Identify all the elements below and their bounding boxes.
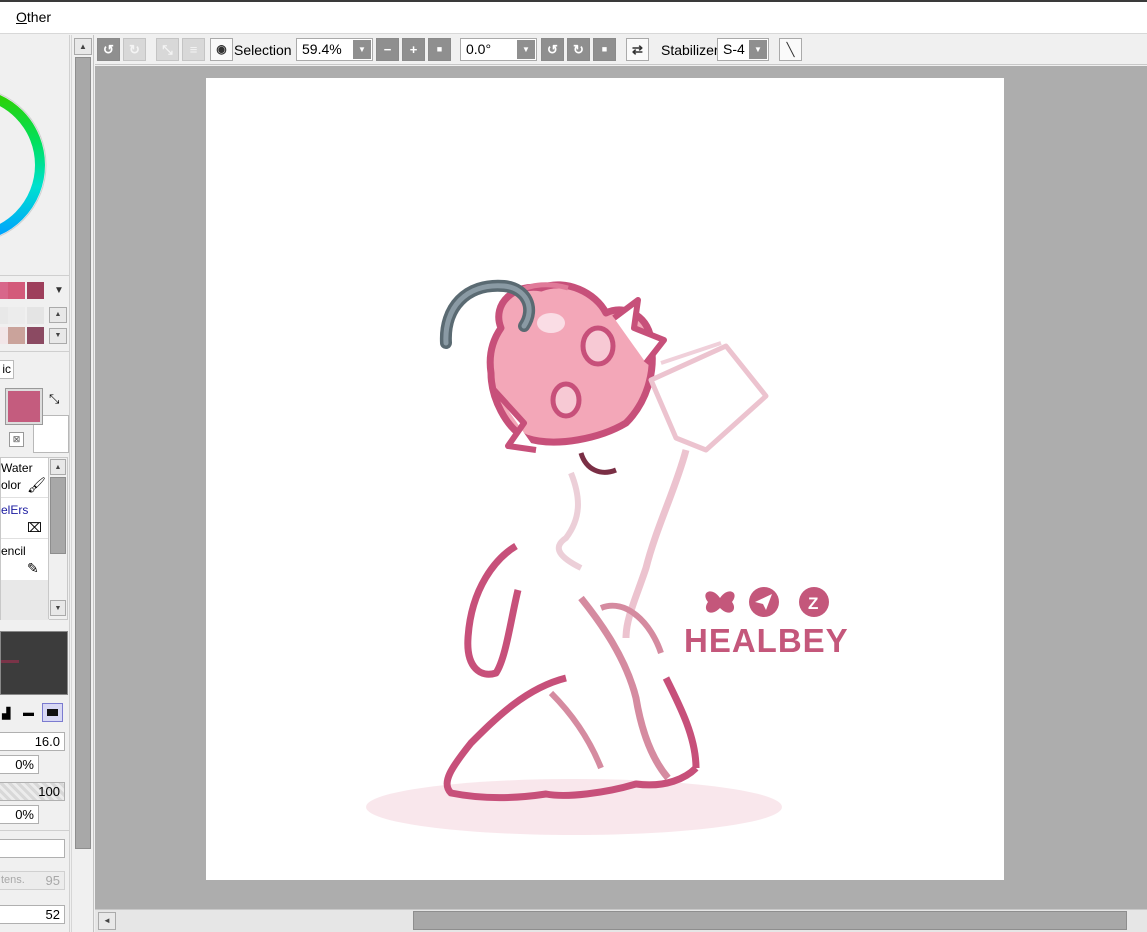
pencil-icon: ✎ <box>27 560 39 576</box>
artwork-drawing: Z HEALBEY <box>366 279 849 835</box>
brush-shape-icon[interactable]: ▬ <box>23 707 34 719</box>
intensity-label: tens. <box>1 874 25 886</box>
scroll-up-icon[interactable]: ▲ <box>50 459 66 475</box>
zoom-in-icon[interactable]: + <box>402 38 425 61</box>
tool-empty-slot <box>1 580 49 620</box>
flip-horizontal-icon[interactable]: ⇄ <box>626 38 649 61</box>
divider <box>0 351 69 352</box>
swatch-dropdown-icon[interactable]: ▼ <box>54 285 64 296</box>
tool-pixel-eraser-label[interactable]: elErs <box>1 503 28 517</box>
color-wheel[interactable] <box>0 35 70 275</box>
stabilizer-label: Stabilizer <box>661 42 719 58</box>
scrollbar-thumb[interactable] <box>75 57 91 849</box>
invert-selection-icon[interactable]: ≡ <box>182 38 205 61</box>
redo-icon[interactable]: ↻ <box>123 38 146 61</box>
swatch-scroll-down-icon[interactable]: ▼ <box>49 328 67 344</box>
tool-watercolor-label-2[interactable]: olor <box>1 478 21 492</box>
swatch[interactable] <box>0 327 8 344</box>
intensity-field[interactable]: tens. 95 <box>0 871 65 890</box>
rotate-reset-icon[interactable]: ■ <box>593 38 616 61</box>
swatch[interactable] <box>27 327 44 344</box>
watermark-text: HEALBEY <box>684 622 849 659</box>
swatch-empty[interactable] <box>0 307 8 324</box>
tool-list-scrollbar[interactable]: ▲ ▼ <box>48 458 67 619</box>
svg-text:Z: Z <box>808 594 818 613</box>
bottom-value-field[interactable]: 52 <box>0 905 65 924</box>
left-tool-panel: ▼ ▲ ▼ ic ⤡ ⊠ Water olor 🖌 elErs ⌧ encil … <box>0 35 70 932</box>
chevron-down-icon[interactable]: ▼ <box>353 40 371 59</box>
drawing-canvas[interactable]: Z HEALBEY <box>206 78 1004 880</box>
min-size-field[interactable]: 0% <box>0 755 39 774</box>
intensity-value: 95 <box>45 873 60 888</box>
chevron-down-icon[interactable]: ▼ <box>749 40 767 59</box>
left-panel-scrollbar[interactable]: ▲ <box>71 35 94 932</box>
undo-icon[interactable]: ↺ <box>97 38 120 61</box>
mode-tab[interactable]: ic <box>0 360 14 379</box>
rotate-ccw-icon[interactable]: ↺ <box>541 38 564 61</box>
eraser-icon: ⌧ <box>27 520 42 535</box>
tool-watercolor-label-1[interactable]: Water <box>1 461 33 475</box>
min-density-field[interactable]: 0% <box>0 805 39 824</box>
scroll-left-icon[interactable]: ◄ <box>98 912 116 930</box>
zoom-combo[interactable]: 59.4% ▼ <box>296 38 373 61</box>
swatch-empty[interactable] <box>8 307 25 324</box>
transparent-color-icon[interactable]: ⊠ <box>9 432 24 447</box>
swatch[interactable] <box>0 282 8 299</box>
canvas-horizontal-scrollbar[interactable]: ◄ <box>95 909 1147 932</box>
selection-label: Selection <box>234 42 292 58</box>
tool-pencil-label[interactable]: encil <box>1 544 26 558</box>
eye-icon[interactable]: ◉ <box>210 38 233 61</box>
menu-other[interactable]: Other <box>16 9 51 25</box>
brush-shape-icon[interactable]: ▟ <box>2 707 10 720</box>
zoom-value: 59.4% <box>302 41 342 57</box>
brush-shape-selected[interactable] <box>42 703 63 722</box>
swatch[interactable] <box>8 327 25 344</box>
stabilizer-combo[interactable]: S-4 ▼ <box>717 38 769 61</box>
canvas-area[interactable]: Z HEALBEY <box>95 66 1147 909</box>
brush-icon: 🖌 <box>27 477 47 494</box>
butterfly-icon <box>705 591 735 613</box>
swatch[interactable] <box>8 282 25 299</box>
rotate-cw-icon[interactable]: ↻ <box>567 38 590 61</box>
blending-field[interactable] <box>0 839 65 858</box>
zoom-reset-icon[interactable]: ■ <box>428 38 451 61</box>
stabilizer-value: S-4 <box>723 41 745 57</box>
primary-color[interactable] <box>5 388 43 425</box>
chevron-down-icon[interactable]: ▼ <box>517 40 535 59</box>
zoom-out-icon[interactable]: − <box>376 38 399 61</box>
swatch[interactable] <box>27 282 44 299</box>
swap-colors-icon[interactable]: ⤡ <box>49 391 59 407</box>
canvas-toolbar: ↺ ↻ ⤡ ≡ ◉ Selection 59.4% ▼ − + ■ 0.0° ▼… <box>95 35 1147 65</box>
swatch-scroll-up-icon[interactable]: ▲ <box>49 307 67 323</box>
brush-preview <box>0 631 68 695</box>
density-field[interactable]: 100 <box>0 782 65 801</box>
scrollbar-thumb[interactable] <box>413 911 1127 930</box>
menu-bar: Other <box>0 0 1147 34</box>
scroll-up-icon[interactable]: ▲ <box>74 38 92 55</box>
rotation-value: 0.0° <box>466 41 492 57</box>
rotation-combo[interactable]: 0.0° ▼ <box>460 38 537 61</box>
straight-line-icon[interactable]: ╲ <box>779 38 802 61</box>
scroll-down-icon[interactable]: ▼ <box>50 600 66 616</box>
brush-size-field[interactable]: 16.0 <box>0 732 65 751</box>
divider <box>0 275 69 276</box>
swatch-empty[interactable] <box>27 307 44 324</box>
deselect-icon[interactable]: ⤡ <box>156 38 179 61</box>
